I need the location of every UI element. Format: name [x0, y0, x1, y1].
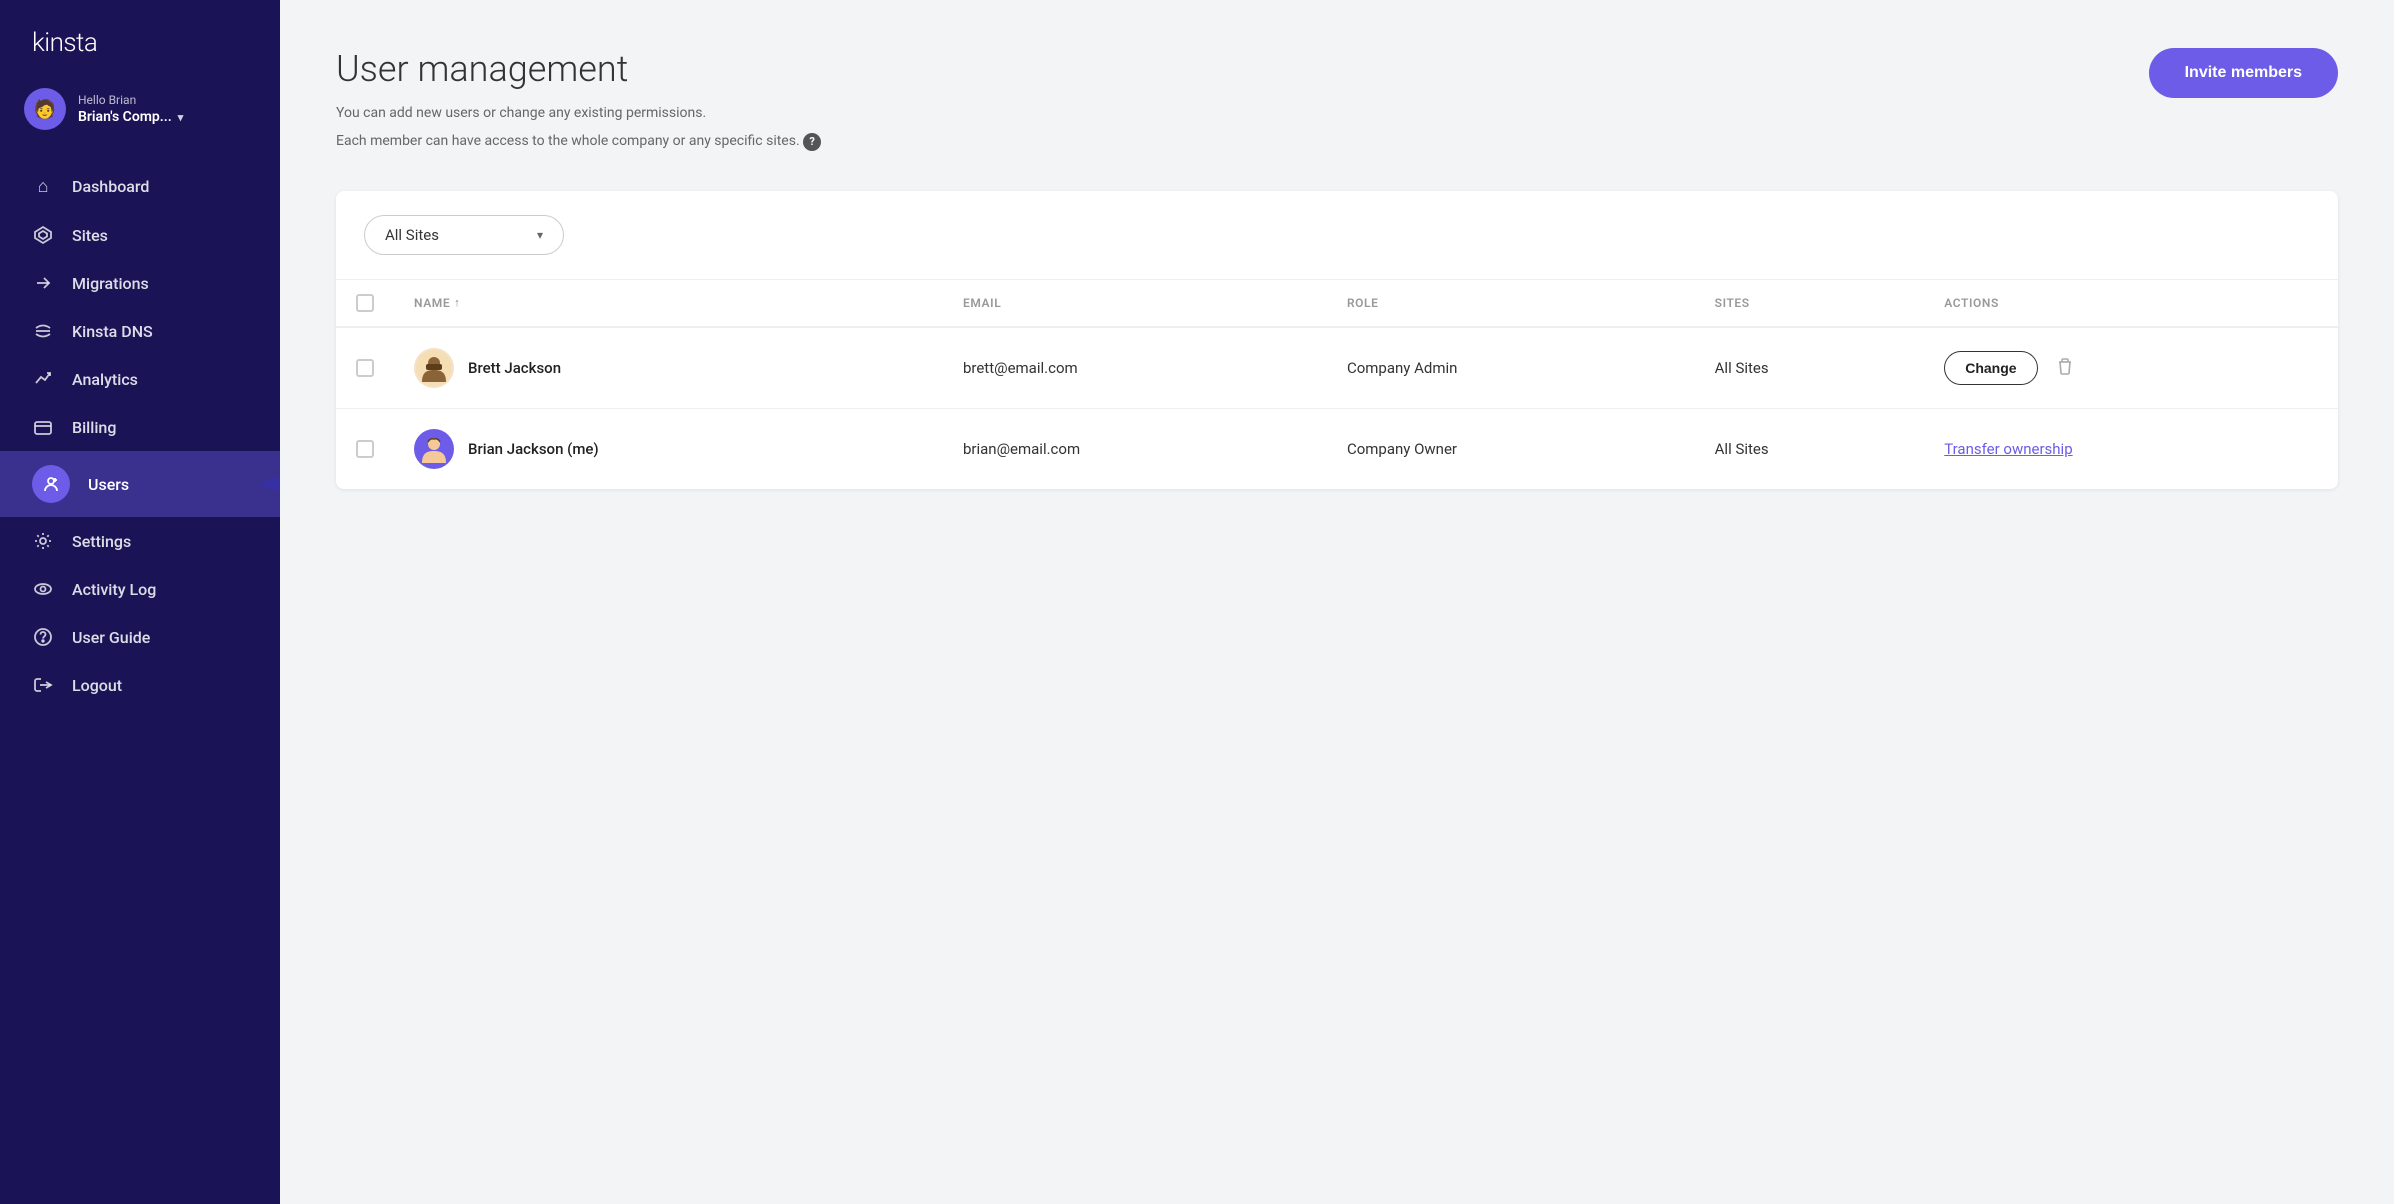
- sidebar-item-label: Kinsta DNS: [72, 322, 153, 341]
- table-row: Brett Jackson brett@email.com Company Ad…: [336, 327, 2338, 409]
- sidebar-item-sites[interactable]: Sites: [0, 211, 280, 259]
- eye-icon: [32, 579, 54, 599]
- email-column-header: EMAIL: [943, 280, 1327, 327]
- role-column-header: ROLE: [1327, 280, 1695, 327]
- user-role-brett: Company Admin: [1327, 327, 1695, 409]
- billing-icon: [32, 417, 54, 437]
- sidebar-item-analytics[interactable]: Analytics: [0, 355, 280, 403]
- user-cell-brett: Brett Jackson: [414, 348, 923, 388]
- sidebar-item-dashboard[interactable]: ⌂ Dashboard: [0, 162, 280, 211]
- users-table: NAME ↑ EMAIL ROLE SITES ACTIONS: [336, 280, 2338, 489]
- sidebar-item-label: Logout: [72, 676, 122, 695]
- row-checkbox-brian[interactable]: [356, 440, 374, 458]
- arrow-annotation: [260, 459, 280, 509]
- page-title: User management: [336, 48, 821, 90]
- select-all-checkbox[interactable]: [356, 294, 374, 312]
- user-sites-brian: All Sites: [1695, 408, 1925, 489]
- sidebar-item-label: Analytics: [72, 370, 138, 389]
- table-row: Brian Jackson (me) brian@email.com Compa…: [336, 408, 2338, 489]
- sidebar-item-migrations[interactable]: Migrations: [0, 259, 280, 307]
- sidebar-item-label: Activity Log: [72, 580, 156, 599]
- row-checkbox-brett[interactable]: [356, 359, 374, 377]
- sites-icon: [32, 225, 54, 245]
- sidebar-logo: kinsta: [0, 0, 280, 78]
- sidebar-item-kinsta-dns[interactable]: Kinsta DNS: [0, 307, 280, 355]
- sidebar-item-label: User Guide: [72, 628, 150, 647]
- name-column-header: NAME ↑: [394, 280, 943, 327]
- users-icon: [32, 465, 70, 503]
- invite-members-button[interactable]: Invite members: [2149, 48, 2338, 98]
- sidebar-item-logout[interactable]: Logout: [0, 661, 280, 709]
- sidebar-item-label: Users: [88, 475, 129, 494]
- sidebar-item-settings[interactable]: Settings: [0, 517, 280, 565]
- logout-icon: [32, 675, 54, 695]
- sidebar-item-label: Sites: [72, 226, 108, 245]
- user-cell-brian: Brian Jackson (me): [414, 429, 923, 469]
- table-body: Brett Jackson brett@email.com Company Ad…: [336, 327, 2338, 489]
- avatar-brett: [414, 348, 454, 388]
- change-button-brett[interactable]: Change: [1944, 351, 2037, 385]
- sidebar-item-label: Dashboard: [72, 177, 149, 196]
- avatar: 🧑: [24, 88, 66, 130]
- actions-column-header: ACTIONS: [1924, 280, 2338, 327]
- chevron-down-icon: ▾: [178, 111, 184, 124]
- header-row: User management You can add new users or…: [336, 48, 2338, 159]
- sidebar-item-billing[interactable]: Billing: [0, 403, 280, 451]
- analytics-icon: [32, 369, 54, 389]
- table-header: NAME ↑ EMAIL ROLE SITES ACTIONS: [336, 280, 2338, 327]
- user-sites-brett: All Sites: [1695, 327, 1925, 409]
- user-greeting: Hello Brian: [78, 93, 256, 107]
- sidebar-item-activity-log[interactable]: Activity Log: [0, 565, 280, 613]
- page-header: User management You can add new users or…: [336, 48, 821, 159]
- transfer-ownership-link[interactable]: Transfer ownership: [1944, 440, 2072, 458]
- sort-icon: ↑: [454, 296, 460, 309]
- chevron-down-icon: ▾: [537, 228, 543, 242]
- user-company: Brian's Comp... ▾: [78, 109, 256, 125]
- sidebar: kinsta 🧑 Hello Brian Brian's Comp... ▾ ⌂…: [0, 0, 280, 1204]
- migrations-icon: [32, 273, 54, 293]
- page-subtitle-2: Each member can have access to the whole…: [336, 130, 821, 152]
- main-content: User management You can add new users or…: [280, 0, 2394, 1204]
- sidebar-item-users[interactable]: Users: [0, 451, 280, 517]
- user-name-brett: Brett Jackson: [468, 359, 561, 377]
- sidebar-user[interactable]: 🧑 Hello Brian Brian's Comp... ▾: [0, 78, 280, 154]
- user-email-brian: brian@email.com: [943, 408, 1327, 489]
- actions-brett: Change: [1944, 351, 2318, 385]
- actions-brian: Transfer ownership: [1944, 440, 2318, 458]
- settings-icon: [32, 531, 54, 551]
- user-management-table: All Sites ▾ NAME ↑ EMAIL ROLE SITES: [336, 191, 2338, 489]
- filter-label: All Sites: [385, 226, 439, 244]
- sidebar-item-label: Settings: [72, 532, 131, 551]
- filter-row: All Sites ▾: [336, 191, 2338, 280]
- avatar-brian: [414, 429, 454, 469]
- logo-text: kinsta: [32, 28, 97, 58]
- user-role-brian: Company Owner: [1327, 408, 1695, 489]
- sidebar-item-user-guide[interactable]: User Guide: [0, 613, 280, 661]
- user-email-brett: brett@email.com: [943, 327, 1327, 409]
- all-sites-dropdown[interactable]: All Sites ▾: [364, 215, 564, 255]
- home-icon: ⌂: [32, 176, 54, 197]
- help-circle-icon: [32, 627, 54, 647]
- sidebar-item-label: Billing: [72, 418, 116, 437]
- user-info: Hello Brian Brian's Comp... ▾: [78, 93, 256, 125]
- sites-column-header: SITES: [1695, 280, 1925, 327]
- sidebar-item-label: Migrations: [72, 274, 149, 293]
- user-name-brian: Brian Jackson (me): [468, 440, 599, 458]
- delete-icon-brett[interactable]: [2056, 357, 2074, 379]
- sidebar-nav: ⌂ Dashboard Sites Migrations: [0, 154, 280, 1204]
- dns-icon: [32, 321, 54, 341]
- page-subtitle-1: You can add new users or change any exis…: [336, 102, 821, 124]
- help-icon[interactable]: ?: [803, 133, 821, 151]
